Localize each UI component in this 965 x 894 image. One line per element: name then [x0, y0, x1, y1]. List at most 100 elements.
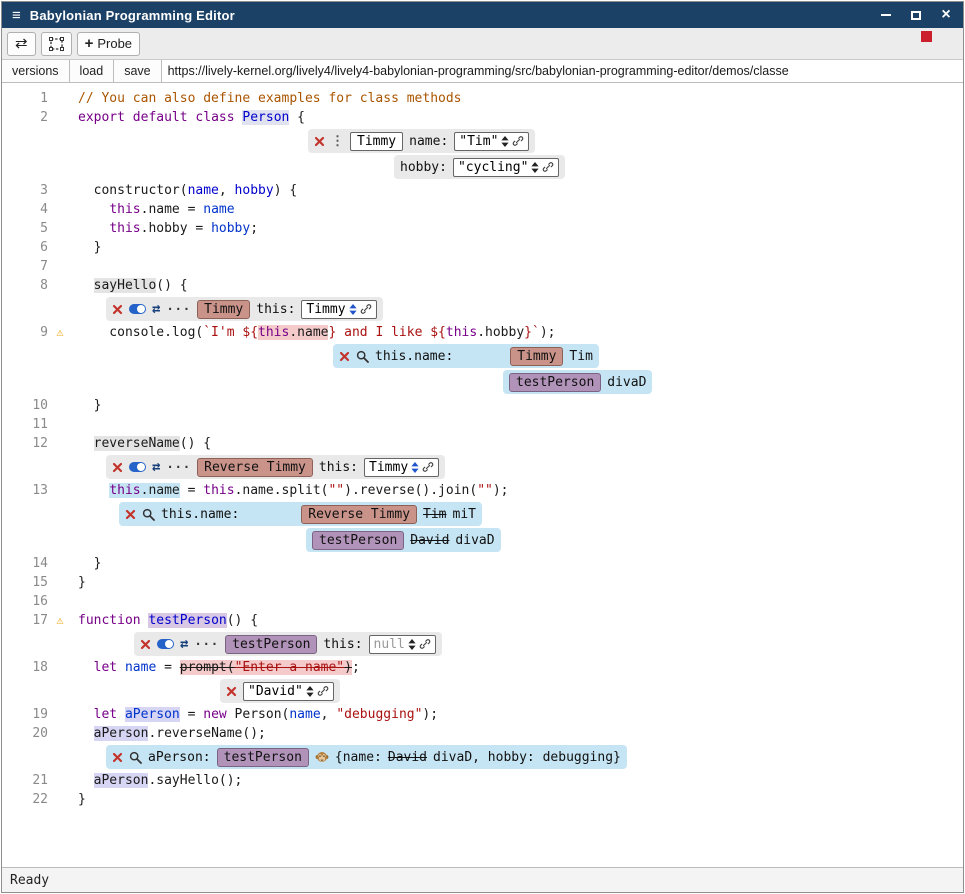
link-icon[interactable]: [512, 135, 524, 147]
example-badge[interactable]: Timmy: [197, 300, 250, 319]
url-field[interactable]: https://lively-kernel.org/lively4/lively…: [162, 60, 963, 82]
more-options-icon[interactable]: ···: [194, 637, 219, 651]
line-number: 22: [2, 790, 48, 809]
code-token: // You can also define examples for clas…: [78, 91, 462, 106]
stepper-icon[interactable]: [501, 136, 509, 147]
drag-handle-icon[interactable]: ⋮: [331, 134, 344, 149]
load-button[interactable]: load: [70, 60, 115, 82]
more-options-icon[interactable]: ···: [166, 302, 191, 316]
probe-result-widget: testPersondivaD: [503, 370, 652, 394]
stepper-icon[interactable]: [531, 162, 539, 173]
value-box[interactable]: "Tim": [454, 132, 529, 151]
add-probe-button[interactable]: + Probe: [77, 32, 140, 56]
code-text: [72, 592, 78, 611]
line-number: 8: [2, 276, 48, 295]
code-text: let aPerson = new Person(name, "debuggin…: [72, 705, 438, 724]
save-button[interactable]: save: [114, 60, 161, 82]
value-text: Timmy: [369, 459, 408, 476]
close-icon[interactable]: [140, 639, 151, 650]
widget-label: name:: [409, 134, 448, 149]
value-text: "cycling": [458, 159, 528, 176]
close-icon[interactable]: [226, 686, 237, 697]
example-badge[interactable]: testPerson: [217, 748, 309, 767]
object-identity-icon[interactable]: [315, 751, 329, 764]
code-token: =: [156, 660, 179, 675]
link-icon[interactable]: [419, 638, 431, 650]
code-text: this.name = name: [72, 200, 235, 219]
code-text: aPerson.reverseName();: [72, 724, 266, 743]
toggle-switch[interactable]: [129, 304, 146, 314]
link-icon[interactable]: [317, 685, 329, 697]
code-token: Person(: [227, 707, 290, 722]
toggle-switch[interactable]: [129, 462, 146, 472]
stepper-icon[interactable]: [349, 304, 357, 315]
close-icon[interactable]: [112, 462, 123, 473]
example-badge[interactable]: testPerson: [312, 531, 404, 550]
line-number: 10: [2, 396, 48, 415]
value-box[interactable]: "David": [243, 682, 334, 701]
select-frame-button[interactable]: [41, 32, 72, 56]
minimize-button[interactable]: [879, 8, 893, 22]
code-line: 17⚠function testPerson() {: [2, 611, 963, 630]
link-icon[interactable]: [422, 461, 434, 473]
example-name-box[interactable]: Timmy: [350, 132, 403, 151]
gutter: 6: [2, 238, 72, 257]
swap-arrows-icon[interactable]: ⇄: [152, 459, 160, 475]
link-icon[interactable]: [542, 161, 554, 173]
warning-slot: [48, 219, 72, 238]
toggle-dot: [137, 463, 145, 471]
swap-arrows-icon[interactable]: ⇄: [180, 636, 188, 652]
example-badge[interactable]: Reverse Timmy: [197, 458, 313, 477]
toggle-dot: [165, 640, 173, 648]
code-token: name: [125, 660, 156, 675]
gutter: 14: [2, 554, 72, 573]
stepper-icon[interactable]: [411, 462, 419, 473]
magnifier-icon[interactable]: [356, 350, 369, 363]
sync-button[interactable]: ⇄: [7, 32, 36, 56]
example-badge[interactable]: Timmy: [510, 347, 563, 366]
code-token: testPerson: [148, 613, 226, 628]
more-options-icon[interactable]: ···: [166, 460, 191, 474]
line-number: 9: [2, 323, 48, 342]
code-token: [125, 110, 133, 125]
line-number: 2: [2, 108, 48, 127]
close-icon[interactable]: [314, 136, 325, 147]
close-icon[interactable]: [112, 752, 123, 763]
value-box[interactable]: null: [369, 635, 436, 654]
maximize-button[interactable]: [909, 8, 923, 22]
stepper-icon[interactable]: [306, 686, 314, 697]
swap-arrows-icon[interactable]: ⇄: [152, 301, 160, 317]
line-number: 15: [2, 573, 48, 592]
code-token: );: [540, 325, 556, 340]
code-text: sayHello() {: [72, 276, 188, 295]
code-text: aPerson.sayHello();: [72, 771, 242, 790]
close-button[interactable]: ×: [939, 8, 953, 22]
example-badge[interactable]: Reverse Timmy: [301, 505, 417, 524]
code-token: Person: [242, 110, 289, 125]
example-badge[interactable]: testPerson: [509, 373, 601, 392]
close-icon[interactable]: [125, 509, 136, 520]
code-token: {: [289, 110, 305, 125]
value-box[interactable]: "cycling": [453, 158, 559, 177]
magnifier-icon[interactable]: [129, 751, 142, 764]
code-token: hobby: [235, 183, 274, 198]
value-box[interactable]: Timmy: [364, 458, 439, 477]
menu-icon[interactable]: ≡: [12, 7, 21, 24]
warning-slot: [48, 276, 72, 295]
close-icon[interactable]: [112, 304, 123, 315]
example-badge[interactable]: testPerson: [225, 635, 317, 654]
close-icon[interactable]: [339, 351, 350, 362]
stepper-icon[interactable]: [408, 639, 416, 650]
link-icon[interactable]: [360, 303, 372, 315]
warning-slot: [48, 200, 72, 219]
magnifier-icon[interactable]: [142, 508, 155, 521]
toggle-switch[interactable]: [157, 639, 174, 649]
value-box[interactable]: Timmy: [301, 300, 376, 319]
code-token: .reverseName();: [148, 726, 265, 741]
probe-result-widget: this.name:Reverse TimmyTimmiT: [119, 502, 482, 526]
versions-button[interactable]: versions: [2, 60, 70, 82]
gutter: 8: [2, 276, 72, 295]
warning-slot: [48, 724, 72, 743]
code-editor[interactable]: 1// You can also define examples for cla…: [2, 83, 963, 867]
code-token: .sayHello();: [148, 773, 242, 788]
